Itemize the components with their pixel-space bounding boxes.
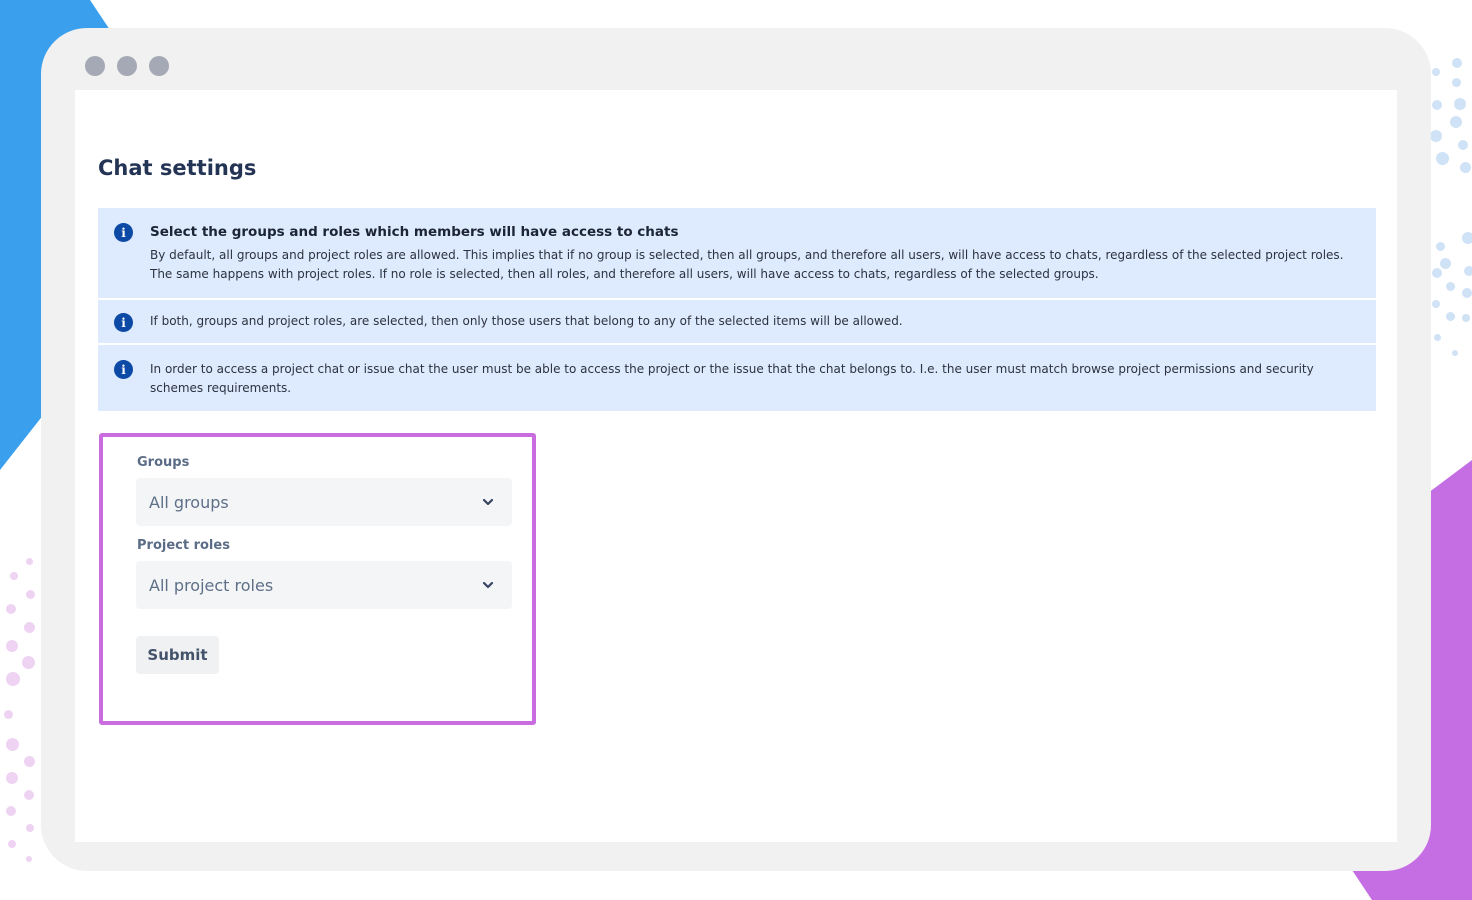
decorative-dots-bottom-left [0, 550, 44, 880]
project-roles-select[interactable]: All project roles [136, 561, 512, 609]
info-panel: i Select the groups and roles which memb… [98, 208, 1376, 411]
groups-select[interactable]: All groups [136, 478, 512, 526]
stage: Chat settings i Select the groups and ro… [0, 0, 1472, 900]
browser-window: Chat settings i Select the groups and ro… [41, 28, 1431, 871]
chevron-down-icon [482, 581, 494, 589]
info-heading: Select the groups and roles which member… [150, 224, 679, 240]
decorative-dots-top-right [1424, 50, 1472, 370]
window-dot[interactable] [117, 56, 137, 76]
groups-label: Groups [137, 455, 190, 470]
window-controls [85, 56, 169, 76]
info-text: If both, groups and project roles, are s… [150, 314, 903, 328]
info-icon: i [114, 223, 133, 242]
info-item: i If both, groups and project roles, are… [98, 298, 1376, 343]
info-icon: i [114, 360, 133, 379]
project-roles-label: Project roles [137, 538, 230, 553]
window-dot[interactable] [149, 56, 169, 76]
window-dot[interactable] [85, 56, 105, 76]
info-item: i Select the groups and roles which memb… [98, 208, 1376, 298]
info-text: By default, all groups and project roles… [150, 248, 1344, 281]
info-text: In order to access a project chat or iss… [150, 362, 1314, 395]
submit-button[interactable]: Submit [136, 636, 219, 674]
project-roles-select-value: All project roles [149, 575, 274, 595]
info-icon: i [114, 313, 133, 332]
screen-content: Chat settings i Select the groups and ro… [75, 90, 1397, 842]
page-title: Chat settings [98, 156, 257, 180]
chevron-down-icon [482, 498, 494, 506]
info-item: i In order to access a project chat or i… [98, 343, 1376, 411]
groups-select-value: All groups [149, 492, 229, 512]
access-settings-form: Groups All groups Project roles All proj… [99, 433, 536, 725]
